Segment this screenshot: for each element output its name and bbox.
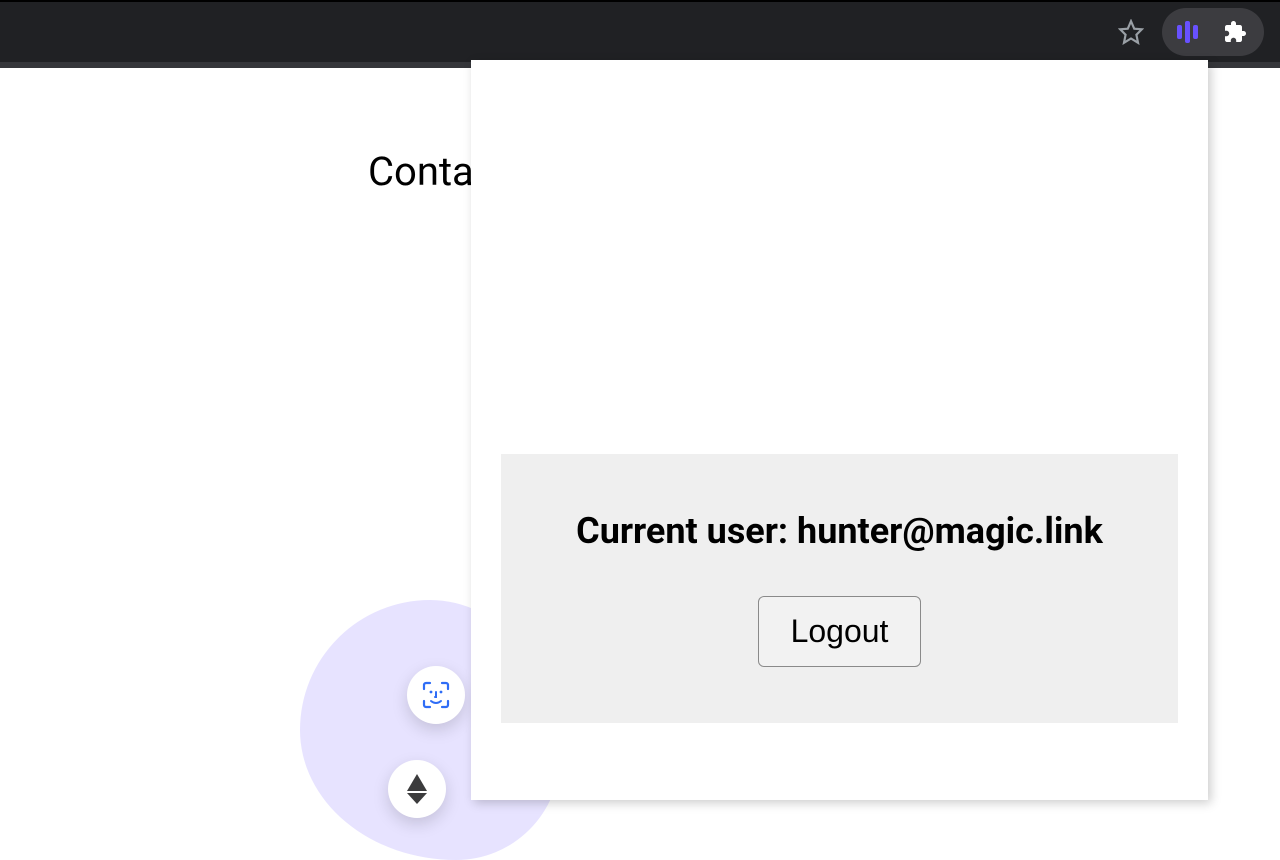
current-user-card: Current user: hunter@magic.link Logout	[501, 454, 1178, 723]
puzzle-icon	[1223, 20, 1247, 44]
bookmark-star-icon[interactable]	[1108, 9, 1154, 55]
current-user-email: hunter@magic.link	[797, 510, 1103, 552]
extensions-puzzle-icon[interactable]	[1216, 13, 1254, 51]
extensions-pill	[1162, 8, 1264, 56]
faceid-icon	[420, 679, 452, 711]
browser-toolbar	[0, 0, 1280, 62]
ethereum-chip	[388, 760, 446, 818]
current-user-line: Current user: hunter@magic.link	[531, 510, 1148, 552]
current-user-label: Current user:	[576, 510, 797, 552]
logout-button[interactable]: Logout	[758, 596, 922, 667]
extension-popup: Current user: hunter@magic.link Logout	[471, 60, 1208, 800]
star-icon	[1118, 19, 1144, 45]
faceid-chip	[407, 666, 465, 724]
magic-bars-icon	[1177, 21, 1198, 43]
page-title: Conta	[368, 148, 474, 195]
magic-extension-icon[interactable]	[1168, 13, 1206, 51]
